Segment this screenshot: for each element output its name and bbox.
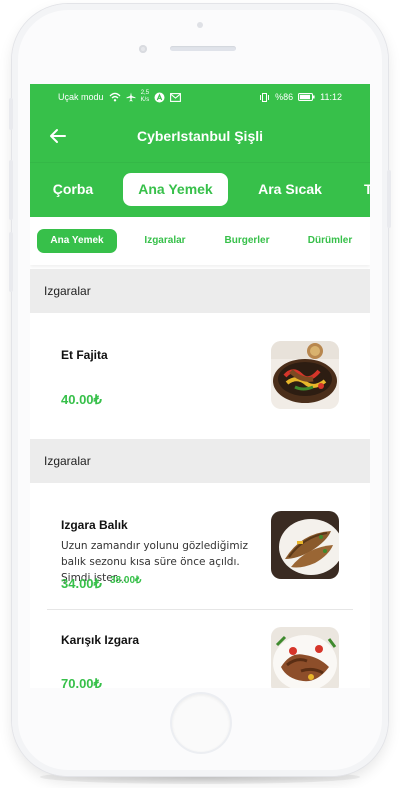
item-name: Izgara Balık — [61, 518, 128, 532]
tab-next-partial[interactable]: T — [364, 173, 370, 206]
category-tabs: Çorba Ana Yemek Ara Sıcak T — [30, 162, 370, 217]
status-right: %86 11:12 — [259, 92, 342, 102]
network-speed-unit: K/s — [140, 97, 150, 103]
menu-item[interactable]: Et Fajita 40.00₺ — [30, 313, 370, 439]
mail-icon — [170, 92, 182, 102]
page-title: CyberIstanbul Şişli — [136, 128, 264, 144]
tab-ana-yemek[interactable]: Ana Yemek — [123, 173, 228, 206]
section-header: Izgaralar — [30, 269, 370, 313]
subcategory-burgerler[interactable]: Burgerler — [216, 229, 278, 253]
volume-up-button — [9, 160, 13, 220]
power-button — [387, 170, 391, 228]
item-name: Karışık Izgara — [61, 633, 140, 647]
item-price: 40.00₺ — [61, 392, 102, 407]
item-price: 34.00₺ — [61, 576, 102, 591]
item-divider — [47, 609, 353, 610]
subcategory-ana-yemek[interactable]: Ana Yemek — [37, 229, 117, 253]
menu-item[interactable]: Izgara Balık Uzun zamandır yolunu gözled… — [30, 483, 370, 611]
app-screen: Uçak modu 2,5 K/s %86 11:12 CyberIstanbu… — [30, 84, 370, 688]
subcategory-durumler[interactable]: Dürümler — [298, 229, 362, 253]
menu-item[interactable]: Karışık Izgara 70.00₺ — [30, 611, 370, 688]
wifi-icon — [109, 92, 120, 102]
proximity-sensor — [139, 45, 147, 53]
mixed-grill-image — [271, 627, 339, 688]
status-left: Uçak modu 2,5 K/s — [58, 90, 182, 104]
earpiece-speaker — [170, 46, 236, 51]
vibrate-icon — [260, 92, 270, 102]
airplane-icon — [126, 92, 136, 102]
subcategory-izgaralar[interactable]: Izgaralar — [134, 229, 196, 253]
status-bar: Uçak modu 2,5 K/s %86 11:12 — [30, 84, 370, 110]
grilled-fish-image — [271, 511, 339, 579]
subcategory-bar: Ana Yemek Izgaralar Burgerler Dürümler — [30, 217, 370, 265]
battery-percent: %86 — [275, 92, 294, 102]
item-price: 70.00₺ — [61, 676, 102, 688]
tab-ara-sicak[interactable]: Ara Sıcak — [246, 173, 334, 206]
front-camera — [197, 22, 203, 28]
arrow-left-icon[interactable] — [46, 124, 70, 148]
volume-down-button — [9, 232, 13, 292]
item-old-price: 38.00₺ — [110, 575, 142, 586]
carrier-text: Uçak modu — [58, 92, 104, 102]
clock: 11:12 — [320, 92, 342, 102]
fajita-image — [271, 341, 339, 409]
app-badge-icon — [154, 92, 165, 102]
tab-corba[interactable]: Çorba — [36, 173, 110, 206]
network-speed-value: 2,5 — [140, 90, 150, 96]
section-header: Izgaralar — [30, 439, 370, 483]
home-button[interactable] — [172, 694, 230, 752]
network-speed: 2,5 K/s — [141, 90, 150, 104]
battery-icon — [298, 93, 315, 101]
mute-switch — [9, 98, 13, 130]
app-header: CyberIstanbul Şişli — [30, 110, 370, 162]
item-name: Et Fajita — [61, 348, 108, 362]
